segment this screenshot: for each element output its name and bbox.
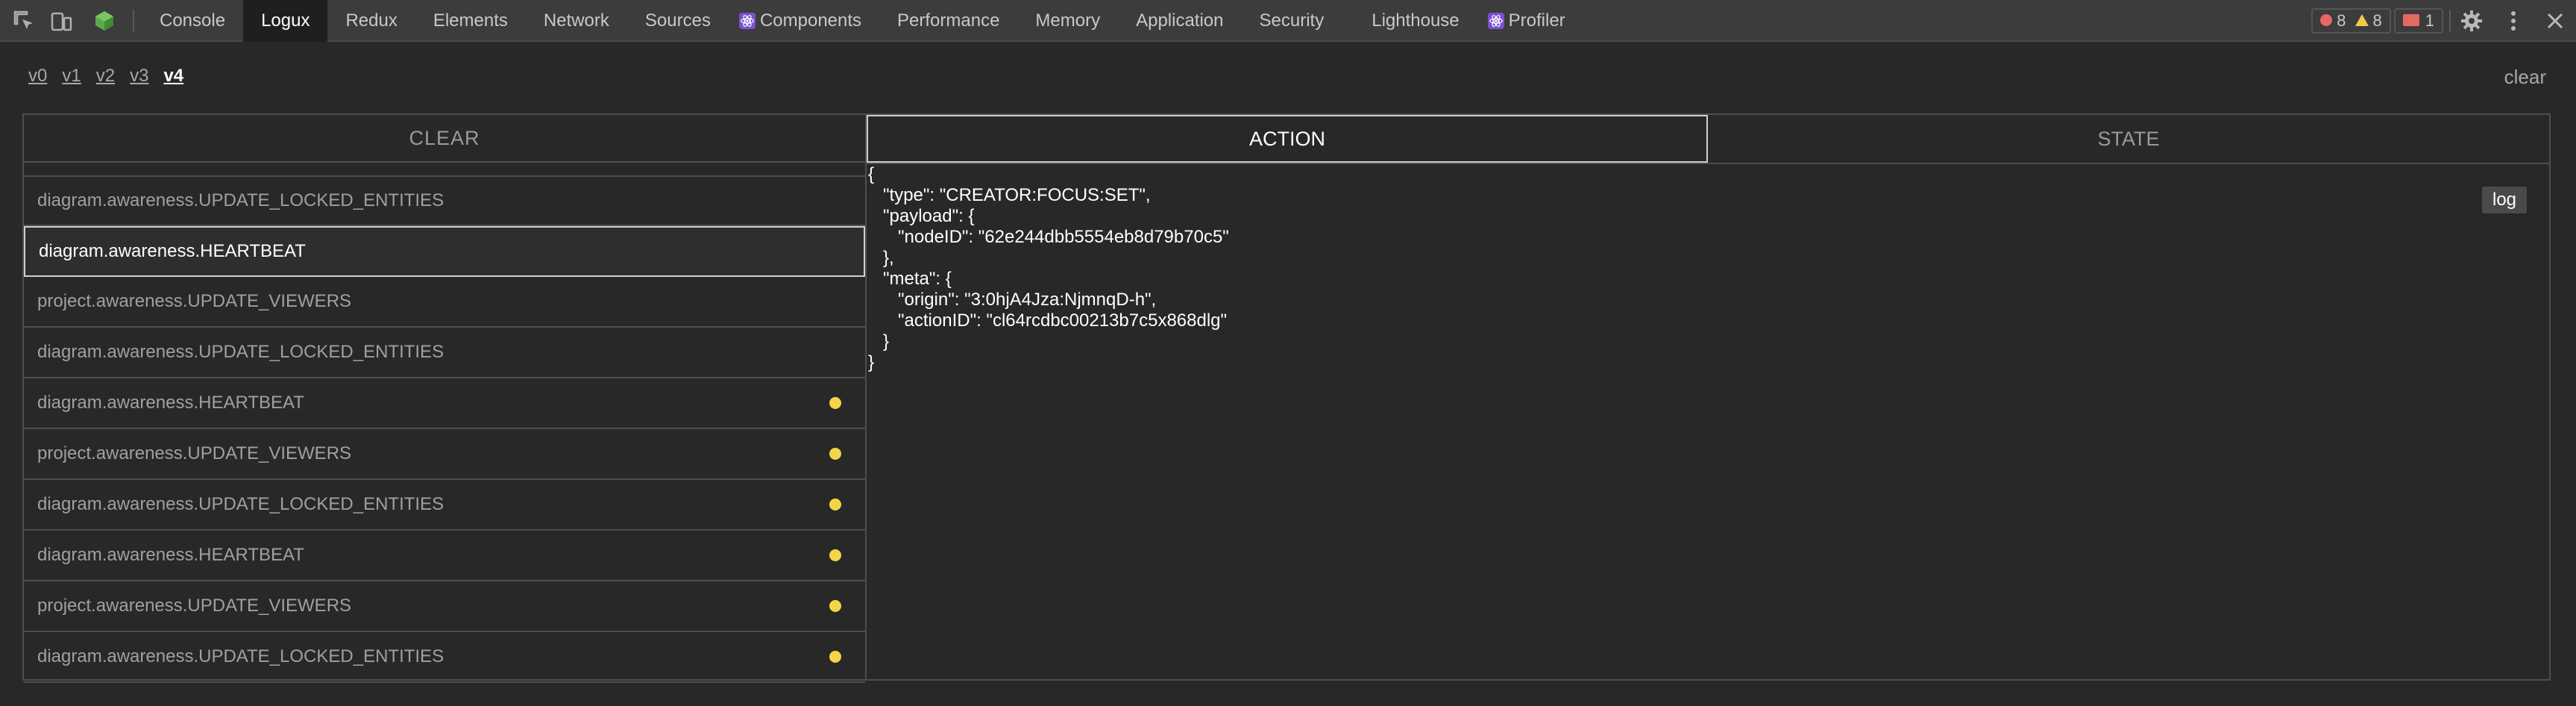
action-row-label: project.awareness.UPDATE_VIEWERS [37, 443, 352, 463]
action-row[interactable]: diagram.awareness.UPDATE_LOCKED_ENTITIES [24, 175, 865, 226]
tab-redux[interactable]: Redux [327, 0, 415, 42]
tab-application[interactable]: Application [1118, 0, 1241, 42]
action-row-label: diagram.awareness.HEARTBEAT [39, 241, 306, 261]
action-row[interactable]: diagram.awareness.UPDATE_LOCKED_ENTITIES [24, 328, 865, 378]
tab-state[interactable]: STATE [1708, 115, 2549, 163]
version-link-v1[interactable]: v1 [62, 66, 81, 87]
toolbar-actions [2449, 0, 2576, 42]
logux-cube-icon [95, 11, 113, 31]
action-row-label: project.awareness.UPDATE_VIEWERS [37, 291, 352, 311]
action-row[interactable]: diagram.awareness.HEARTBEAT [24, 531, 865, 581]
action-row-selected[interactable]: diagram.awareness.HEARTBEAT [24, 226, 865, 277]
error-counter[interactable]: 8 8 [2311, 8, 2391, 34]
kebab-menu-icon [2511, 11, 2516, 31]
version-link-v0[interactable]: v0 [28, 66, 47, 87]
issues-icon [2403, 11, 2425, 31]
detail-tabs: ACTION STATE [867, 115, 2549, 164]
action-row[interactable]: diagram.awareness.UPDATE_LOCKED_ENTITIES [24, 480, 865, 531]
log-button[interactable]: log [2482, 187, 2527, 213]
inspect-element-icon[interactable] [12, 9, 36, 33]
version-link-v3[interactable]: v3 [130, 66, 148, 87]
action-row[interactable]: project.awareness.UPDATE_VIEWERS [24, 277, 865, 328]
action-list-panel: CLEAR diagram.awareness.UPDATE_LOCKED_EN… [24, 115, 867, 683]
action-json-viewer: { "type": "CREATOR:FOCUS:SET", "payload"… [868, 164, 1229, 372]
action-row-label: diagram.awareness.HEARTBEAT [37, 545, 304, 565]
issues-counter[interactable]: 1 [2393, 8, 2443, 34]
action-row-label: diagram.awareness.UPDATE_LOCKED_ENTITIES [37, 190, 444, 210]
settings-button[interactable] [2451, 0, 2492, 42]
close-devtools-button[interactable] [2534, 0, 2576, 42]
pending-dot [829, 549, 841, 561]
action-row[interactable]: diagram.awareness.HEARTBEAT [24, 378, 865, 429]
action-row-label: diagram.awareness.UPDATE_LOCKED_ENTITIES [37, 342, 444, 362]
detail-panel: ACTION STATE { "type": "CREATOR:FOCUS:SE… [867, 115, 2549, 679]
pending-dot [829, 651, 841, 663]
tab-profiler[interactable]: Profiler [1477, 0, 1583, 42]
action-row[interactable]: project.awareness.UPDATE_VIEWERS [24, 581, 865, 632]
close-icon [2547, 13, 2563, 29]
issue-counters[interactable]: 8 8 1 [2311, 8, 2443, 34]
clear-link[interactable]: clear [2504, 66, 2546, 89]
version-link-v4[interactable]: v4 [163, 66, 183, 87]
action-row-label: diagram.awareness.UPDATE_LOCKED_ENTITIES [37, 494, 444, 514]
warning-icon [2355, 11, 2373, 31]
action-list: diagram.awareness.UPDATE_LOCKED_ENTITIES… [24, 175, 865, 683]
gear-icon [2461, 10, 2482, 31]
pending-dot [829, 448, 841, 460]
clear-actions-button[interactable]: CLEAR [24, 115, 865, 163]
action-row[interactable]: diagram.awareness.UPDATE_LOCKED_ENTITIES [24, 632, 865, 683]
tab-components[interactable]: Components [729, 0, 879, 42]
version-link-v2[interactable]: v2 [96, 66, 115, 87]
tab-elements[interactable]: Elements [415, 0, 526, 42]
version-selector: v0 v1 v2 v3 v4 [28, 66, 183, 87]
action-row[interactable]: project.awareness.UPDATE_VIEWERS [24, 429, 865, 480]
react-icon [738, 13, 755, 29]
panel-tabs: Console Logux Redux Elements Network Sou… [142, 0, 1583, 42]
logux-inspector: CLEAR diagram.awareness.UPDATE_LOCKED_EN… [22, 113, 2551, 683]
action-row-label: diagram.awareness.HEARTBEAT [37, 393, 304, 413]
tab-network[interactable]: Network [526, 0, 627, 42]
devtools-toolbar: Console Logux Redux Elements Network Sou… [0, 0, 2576, 42]
tab-sources[interactable]: Sources [627, 0, 729, 42]
more-options-button[interactable] [2492, 0, 2534, 42]
pending-dot [829, 397, 841, 409]
device-toolbar-icon[interactable] [49, 9, 73, 33]
tab-action[interactable]: ACTION [867, 115, 1708, 163]
toolbar-divider [133, 10, 134, 32]
tab-memory[interactable]: Memory [1017, 0, 1118, 42]
action-row-label: diagram.awareness.UPDATE_LOCKED_ENTITIES [37, 646, 444, 666]
tab-console[interactable]: Console [142, 0, 243, 42]
tab-lighthouse[interactable]: Lighthouse [1342, 0, 1477, 42]
pending-dot [829, 600, 841, 612]
action-row-label: project.awareness.UPDATE_VIEWERS [37, 596, 352, 616]
tab-security[interactable]: Security [1242, 0, 1342, 42]
react-icon [1487, 13, 1504, 29]
error-icon [2320, 11, 2337, 31]
tab-logux[interactable]: Logux [243, 0, 328, 42]
tab-performance[interactable]: Performance [879, 0, 1017, 42]
pending-dot [829, 499, 841, 510]
